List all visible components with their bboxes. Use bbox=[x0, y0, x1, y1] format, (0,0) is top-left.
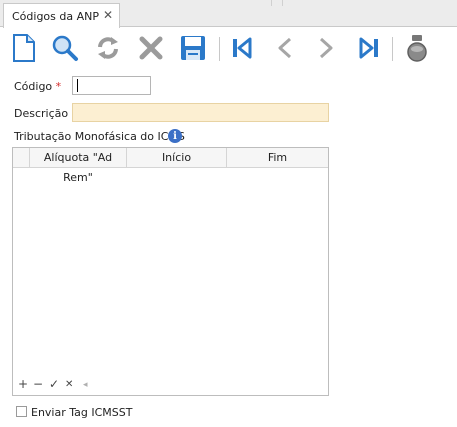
first-record-icon[interactable] bbox=[225, 31, 259, 65]
close-icon[interactable]: ✕ bbox=[103, 8, 113, 22]
codigo-input[interactable] bbox=[72, 76, 151, 95]
tributacao-label: Tributação Monofásica do ICMS bbox=[14, 130, 185, 143]
tab-codigos-anp[interactable]: Códigos da ANP ✕ bbox=[3, 3, 120, 28]
new-document-icon[interactable] bbox=[7, 31, 41, 65]
column-header-aliquota[interactable]: Alíquota "Ad Rem" bbox=[30, 148, 127, 184]
tributacao-grid: Alíquota "Ad Rem" Início Fim + − ✓ ✕ ◂ bbox=[12, 147, 329, 396]
stamp-icon[interactable] bbox=[400, 31, 434, 65]
tab-strip: Códigos da ANP ✕ bbox=[0, 0, 457, 28]
text-caret bbox=[77, 79, 78, 92]
descricao-label-text: Descrição bbox=[14, 107, 69, 120]
column-header-inicio[interactable]: Início bbox=[127, 148, 227, 168]
descricao-label: Descrição * bbox=[14, 107, 77, 120]
save-icon[interactable] bbox=[176, 31, 210, 65]
grid-navigator: + − ✓ ✕ ◂ bbox=[13, 375, 328, 395]
toolbar bbox=[0, 28, 457, 70]
previous-record-icon[interactable] bbox=[268, 31, 302, 65]
scroll-left-icon[interactable]: ◂ bbox=[83, 380, 88, 390]
search-icon[interactable] bbox=[48, 31, 82, 65]
codigo-label: Código * bbox=[14, 80, 61, 93]
grid-header: Alíquota "Ad Rem" Início Fim bbox=[13, 148, 328, 184]
last-record-icon[interactable] bbox=[352, 31, 386, 65]
refresh-icon[interactable] bbox=[91, 31, 125, 65]
column-header-fim[interactable]: Fim bbox=[227, 148, 328, 168]
enviar-tag-label[interactable]: Enviar Tag ICMSST bbox=[31, 406, 132, 419]
required-mark: * bbox=[55, 80, 62, 93]
delete-icon[interactable] bbox=[134, 31, 168, 65]
splitter-grip[interactable] bbox=[271, 0, 283, 6]
toolbar-separator bbox=[219, 37, 220, 61]
remove-row-button[interactable]: − bbox=[33, 377, 43, 391]
info-icon[interactable]: i bbox=[168, 129, 182, 143]
grid-indicator-header bbox=[13, 148, 30, 168]
codigo-label-text: Código bbox=[14, 80, 53, 93]
cancel-row-button[interactable]: ✕ bbox=[65, 379, 73, 390]
tab-title: Códigos da ANP bbox=[12, 10, 99, 23]
add-row-button[interactable]: + bbox=[18, 377, 28, 391]
toolbar-separator bbox=[392, 37, 393, 61]
confirm-row-button[interactable]: ✓ bbox=[49, 377, 59, 391]
next-record-icon[interactable] bbox=[309, 31, 343, 65]
enviar-tag-checkbox[interactable] bbox=[16, 406, 27, 417]
descricao-input[interactable] bbox=[72, 103, 329, 122]
